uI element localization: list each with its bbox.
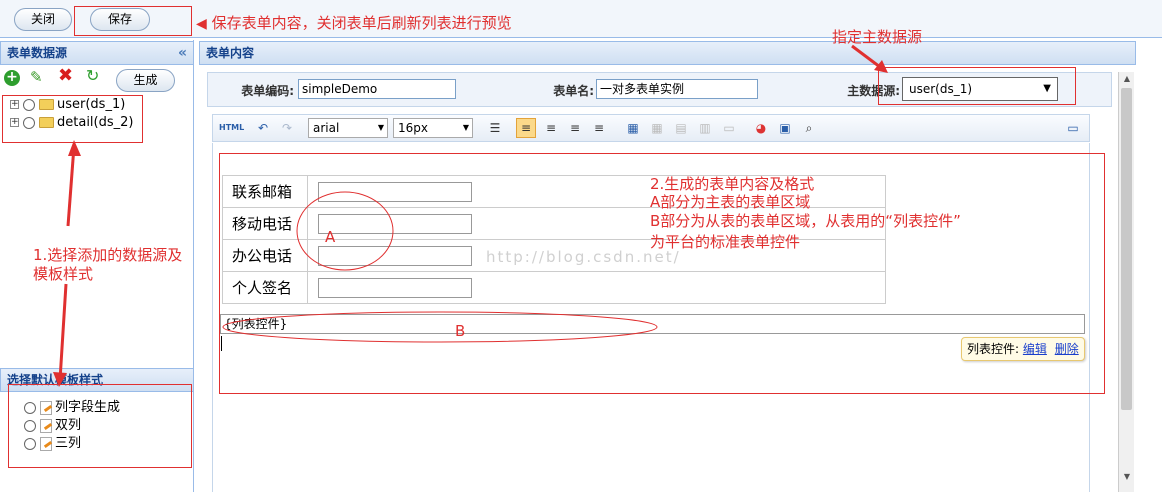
arrow-datasource xyxy=(66,145,76,227)
ellipse-a xyxy=(296,191,394,271)
arrow-template xyxy=(58,283,68,381)
ellipse-b xyxy=(222,311,658,343)
arrow-master-head xyxy=(874,60,888,73)
app-window: 关闭 保存 表单数据源 « + ✎ ✖ ↻ 生成 + user(ds_1) + de… xyxy=(0,0,1162,492)
arrow-template-head xyxy=(53,372,67,387)
arrow-datasource-head xyxy=(68,140,81,156)
annotation-overlay xyxy=(53,44,888,387)
